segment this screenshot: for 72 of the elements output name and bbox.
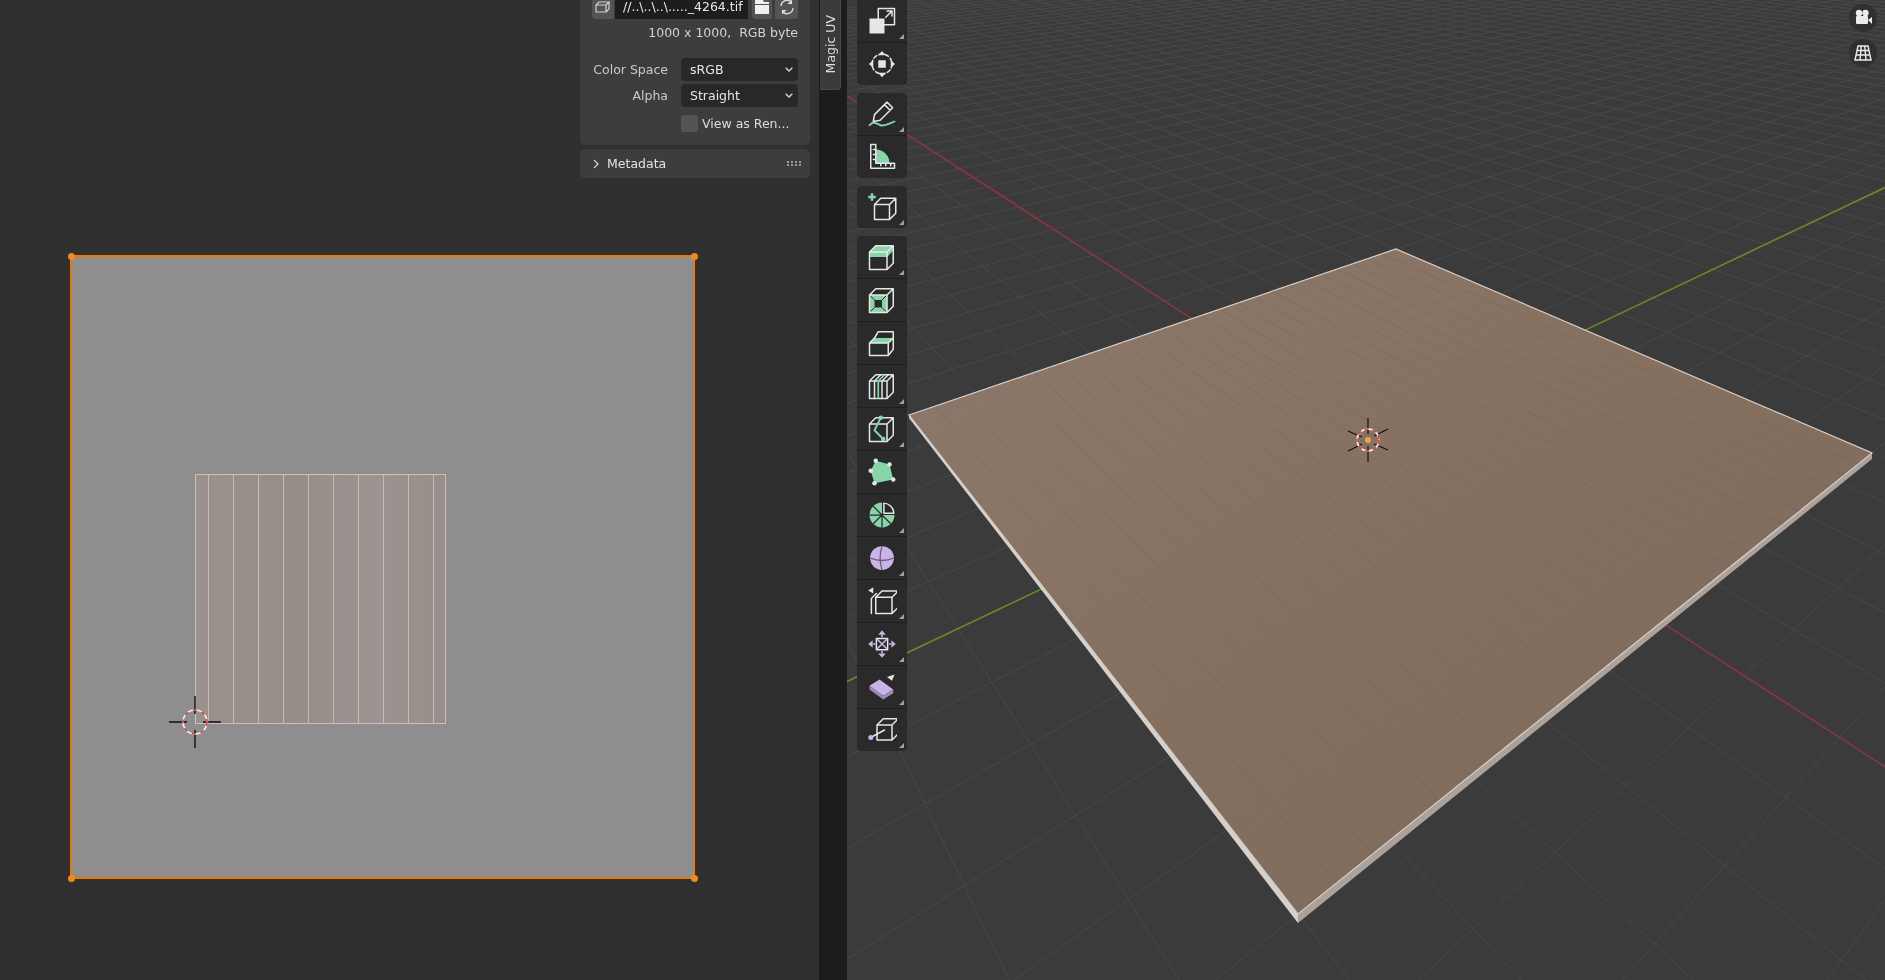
reload-button[interactable] [775,0,798,19]
polygon-dots-icon [867,457,897,487]
tool-button[interactable] [857,186,907,228]
cube-loops-icon [867,371,897,401]
corner-triangle-icon [899,220,904,225]
tool-button[interactable] [857,136,907,178]
pie-icon [867,500,897,530]
tool-button[interactable] [857,322,907,364]
panel-header[interactable]: Metadata [580,149,810,178]
tool-button[interactable] [857,236,907,278]
field-label: Color Space [592,62,668,77]
arrows-ring-icon [867,49,897,79]
file-button[interactable] [752,0,772,19]
cube-cut-icon [867,414,897,444]
tool-button[interactable] [857,666,907,708]
tool-button[interactable] [857,537,907,579]
corner-triangle-icon [899,657,904,662]
camera-icon[interactable] [1849,4,1877,32]
ruler-icon [867,142,897,172]
cube-plus-icon [867,192,897,222]
corner-triangle-icon [899,571,904,576]
sidebar-tab[interactable]: Magic UV [820,0,841,90]
grip-icon[interactable] [787,161,802,166]
corner-triangle-icon [899,442,904,447]
squares-arrow-icon [867,6,897,36]
cube-bevel-icon [867,328,897,358]
tool-button[interactable] [857,0,907,42]
box-icon [595,0,611,13]
tool-button[interactable] [857,408,907,450]
origin-dot-icon [1365,437,1371,443]
corner-triangle-icon [899,700,904,705]
corner-triangle-icon [899,399,904,404]
image-info: 1000 x 1000, RGB byte [647,24,798,42]
field-label: Alpha [631,88,668,103]
arrows-cross-icon [867,629,897,659]
file-path-field[interactable]: //..\..\..\....._4264.tif [615,0,748,19]
cube-top-icon [867,242,897,272]
cube-slide-icon [867,586,897,616]
slab-arrow-icon [867,672,897,702]
checkbox-label: View as Ren... [702,116,790,131]
chevron-down-icon [785,67,793,72]
dropdown[interactable]: sRGB [681,58,798,81]
tool-button[interactable] [857,623,907,665]
corner-triangle-icon [899,127,904,132]
uv-vertex [690,252,698,260]
tool-button[interactable] [857,709,907,751]
tool-button[interactable] [857,451,907,493]
corner-triangle-icon [899,34,904,39]
tool-button[interactable] [857,494,907,536]
corner-triangle-icon [899,614,904,619]
dropdown[interactable]: Straight [681,84,798,107]
cube-inset-icon [867,285,897,315]
corner-triangle-icon [899,743,904,748]
tool-button[interactable] [857,365,907,407]
cursor-icon [1347,417,1389,463]
tool-button[interactable] [857,279,907,321]
sphere-icon [867,543,897,573]
uv-vertex [67,252,75,260]
tool-button[interactable] [857,580,907,622]
corner-triangle-icon [899,528,904,533]
uv-vertex [67,874,75,882]
chevron-down-icon [785,93,793,98]
uv-vertex [690,874,698,882]
browse-button[interactable] [592,0,614,19]
tool-button[interactable] [857,43,907,85]
cursor-icon [169,696,221,748]
corner-triangle-icon [899,270,904,275]
grid-icon[interactable] [1849,39,1877,67]
pencil-icon [867,99,897,129]
file-icon [755,0,769,14]
tool-button[interactable] [857,93,907,135]
reload-icon [778,0,795,15]
